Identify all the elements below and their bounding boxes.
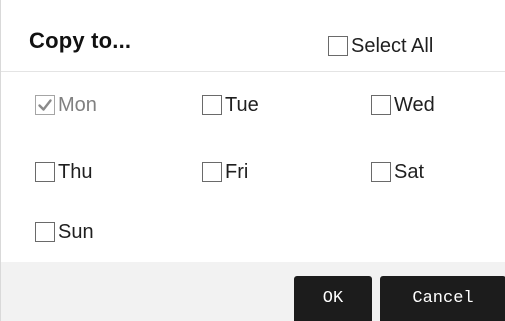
day-checkbox-fri[interactable]: Fri (202, 162, 248, 182)
sat-box[interactable] (371, 162, 391, 182)
sun-box[interactable] (35, 222, 55, 242)
day-checkbox-tue[interactable]: Tue (202, 95, 259, 115)
day-checkbox-mon[interactable]: Mon (35, 95, 97, 115)
fri-box[interactable] (202, 162, 222, 182)
day-checkbox-wed[interactable]: Wed (371, 95, 435, 115)
select-all-label: Select All (351, 35, 434, 57)
dialog-footer: OK Cancel (1, 262, 505, 321)
dialog-title: Copy to... (29, 28, 132, 53)
day-label-thu: Thu (58, 161, 93, 183)
mon-box[interactable] (35, 95, 55, 115)
dialog-header: Copy to... Select All (1, 0, 505, 72)
checkmark-icon (38, 99, 52, 111)
wed-box[interactable] (371, 95, 391, 115)
copy-to-dialog: Copy to... Select All Mon Tue Wed Thu Fr… (0, 0, 505, 321)
day-checkbox-thu[interactable]: Thu (35, 162, 92, 182)
day-label-fri: Fri (225, 161, 249, 183)
ok-button[interactable]: OK (294, 276, 372, 321)
select-all-box[interactable] (328, 36, 348, 56)
day-label-wed: Wed (394, 94, 435, 116)
day-label-sat: Sat (394, 161, 425, 183)
day-label-tue: Tue (225, 94, 259, 116)
day-label-mon: Mon (58, 94, 97, 116)
thu-box[interactable] (35, 162, 55, 182)
day-checkbox-sun[interactable]: Sun (35, 222, 94, 242)
tue-box[interactable] (202, 95, 222, 115)
cancel-button[interactable]: Cancel (380, 276, 505, 321)
day-checkbox-sat[interactable]: Sat (371, 162, 424, 182)
select-all-checkbox[interactable]: Select All (328, 36, 433, 56)
day-label-sun: Sun (58, 221, 94, 243)
